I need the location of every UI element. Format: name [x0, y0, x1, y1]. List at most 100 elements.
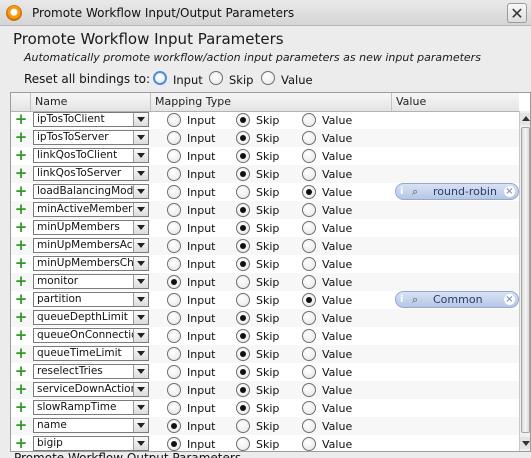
value-search-field[interactable]: i ⌕ Common ×	[395, 291, 519, 308]
plus-icon[interactable]: +	[14, 202, 28, 217]
header-mapping-type[interactable]: Mapping Type	[151, 93, 392, 111]
parameter-name-select[interactable]: linkQosToClient	[33, 148, 149, 163]
mapping-radio-skip[interactable]	[236, 383, 250, 397]
parameter-name-select[interactable]: ipTosToClient	[33, 112, 149, 127]
mapping-radio-value[interactable]	[302, 113, 316, 127]
header-value[interactable]: Value	[392, 93, 519, 111]
mapping-radio-skip[interactable]	[236, 113, 250, 127]
mapping-radio-input[interactable]	[167, 347, 181, 361]
plus-icon[interactable]: +	[14, 364, 28, 379]
window-close-button[interactable]: ✕	[507, 3, 527, 23]
mapping-radio-input[interactable]	[167, 437, 181, 451]
chevron-down-icon[interactable]	[133, 311, 148, 324]
reset-input-radio[interactable]	[153, 71, 167, 85]
chevron-down-icon[interactable]	[133, 221, 148, 234]
mapping-radio-skip[interactable]	[236, 311, 250, 325]
mapping-radio-value[interactable]	[302, 419, 316, 433]
mapping-radio-value[interactable]	[302, 131, 316, 145]
mapping-radio-input[interactable]	[167, 167, 181, 181]
chevron-down-icon[interactable]	[133, 365, 148, 378]
mapping-radio-value[interactable]	[302, 185, 316, 199]
mapping-radio-value[interactable]	[302, 203, 316, 217]
scroll-up-icon[interactable]	[520, 113, 530, 125]
mapping-radio-skip[interactable]	[236, 239, 250, 253]
plus-icon[interactable]: +	[14, 400, 28, 415]
chevron-down-icon[interactable]	[133, 347, 148, 360]
chevron-down-icon[interactable]	[133, 329, 148, 342]
mapping-radio-value[interactable]	[302, 293, 316, 307]
mapping-radio-value[interactable]	[302, 149, 316, 163]
mapping-radio-skip[interactable]	[236, 347, 250, 361]
plus-icon[interactable]: +	[14, 328, 28, 343]
mapping-radio-input[interactable]	[167, 383, 181, 397]
parameter-name-select[interactable]: minActiveMembers	[33, 202, 149, 217]
mapping-radio-value[interactable]	[302, 329, 316, 343]
chevron-down-icon[interactable]	[133, 203, 148, 216]
header-name[interactable]: Name	[31, 93, 151, 111]
mapping-radio-skip[interactable]	[236, 293, 250, 307]
plus-icon[interactable]: +	[14, 166, 28, 181]
mapping-radio-value[interactable]	[302, 383, 316, 397]
parameter-name-select[interactable]: minUpMembersAction	[33, 238, 149, 253]
reset-skip-radio[interactable]	[209, 71, 223, 85]
parameter-name-select[interactable]: monitor	[33, 274, 149, 289]
plus-icon[interactable]: +	[14, 130, 28, 145]
mapping-radio-skip[interactable]	[236, 149, 250, 163]
mapping-radio-value[interactable]	[302, 311, 316, 325]
plus-icon[interactable]: +	[14, 148, 28, 163]
plus-icon[interactable]: +	[14, 436, 28, 451]
parameter-name-select[interactable]: queueOnConnectionLimit	[33, 328, 149, 343]
mapping-radio-value[interactable]	[302, 167, 316, 181]
mapping-radio-value[interactable]	[302, 239, 316, 253]
mapping-radio-value[interactable]	[302, 275, 316, 289]
mapping-radio-skip[interactable]	[236, 401, 250, 415]
mapping-radio-input[interactable]	[167, 311, 181, 325]
chevron-down-icon[interactable]	[133, 167, 148, 180]
mapping-radio-input[interactable]	[167, 113, 181, 127]
plus-icon[interactable]: +	[14, 418, 28, 433]
chevron-down-icon[interactable]	[133, 239, 148, 252]
mapping-radio-value[interactable]	[302, 221, 316, 235]
parameter-name-select[interactable]: ipTosToServer	[33, 130, 149, 145]
parameter-name-select[interactable]: loadBalancingMode	[33, 184, 149, 199]
mapping-radio-input[interactable]	[167, 185, 181, 199]
reset-value-radio[interactable]	[261, 71, 275, 85]
mapping-radio-input[interactable]	[167, 293, 181, 307]
parameter-name-select[interactable]: partition	[33, 292, 149, 307]
mapping-radio-input[interactable]	[167, 221, 181, 235]
plus-icon[interactable]: +	[14, 220, 28, 235]
mapping-radio-input[interactable]	[167, 131, 181, 145]
parameter-name-select[interactable]: slowRampTime	[33, 400, 149, 415]
mapping-radio-input[interactable]	[167, 257, 181, 271]
mapping-radio-skip[interactable]	[236, 131, 250, 145]
parameter-name-select[interactable]: queueTimeLimit	[33, 346, 149, 361]
clear-x-icon[interactable]: ×	[504, 186, 515, 197]
chevron-down-icon[interactable]	[133, 257, 148, 270]
plus-icon[interactable]: +	[14, 112, 28, 127]
chevron-down-icon[interactable]	[133, 185, 148, 198]
chevron-down-icon[interactable]	[133, 293, 148, 306]
mapping-radio-input[interactable]	[167, 275, 181, 289]
mapping-radio-input[interactable]	[167, 203, 181, 217]
mapping-radio-skip[interactable]	[236, 329, 250, 343]
parameter-name-select[interactable]: bigip	[33, 436, 149, 451]
mapping-radio-value[interactable]	[302, 365, 316, 379]
mapping-radio-skip[interactable]	[236, 167, 250, 181]
plus-icon[interactable]: +	[14, 238, 28, 253]
mapping-radio-value[interactable]	[302, 437, 316, 451]
mapping-radio-skip[interactable]	[236, 275, 250, 289]
mapping-radio-skip[interactable]	[236, 419, 250, 433]
clear-x-icon[interactable]: ×	[504, 294, 515, 305]
value-search-field[interactable]: i ⌕ round-robin ×	[395, 183, 519, 200]
mapping-radio-input[interactable]	[167, 149, 181, 163]
scroll-down-icon[interactable]	[520, 437, 530, 449]
chevron-down-icon[interactable]	[133, 113, 148, 126]
magnifier-icon[interactable]: ⌕	[412, 185, 418, 199]
mapping-radio-input[interactable]	[167, 329, 181, 343]
mapping-radio-skip[interactable]	[236, 221, 250, 235]
chevron-down-icon[interactable]	[133, 437, 148, 450]
plus-icon[interactable]: +	[14, 256, 28, 271]
mapping-radio-skip[interactable]	[236, 203, 250, 217]
parameter-name-select[interactable]: queueDepthLimit	[33, 310, 149, 325]
chevron-down-icon[interactable]	[133, 383, 148, 396]
